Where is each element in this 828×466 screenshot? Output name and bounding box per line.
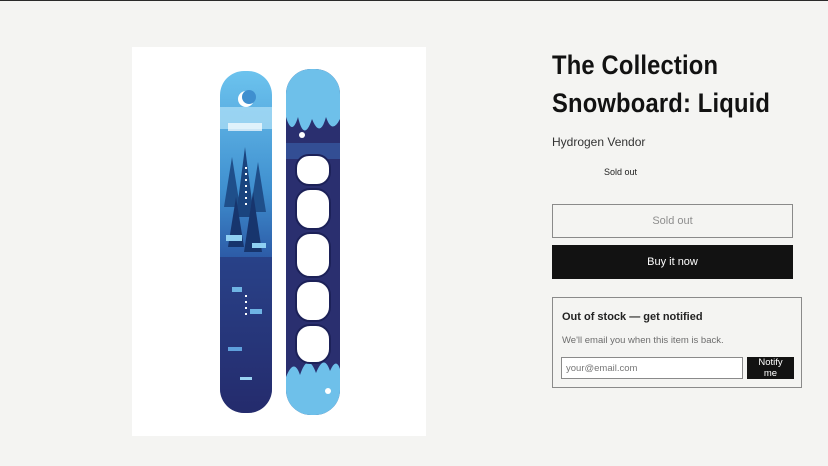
snowboard-top bbox=[220, 71, 272, 413]
sold-out-badge: Sold out bbox=[604, 167, 638, 177]
snowboard-base bbox=[286, 69, 340, 415]
sold-out-button[interactable]: Sold out bbox=[552, 204, 793, 238]
buy-it-now-button[interactable]: Buy it now bbox=[552, 245, 793, 279]
email-field[interactable] bbox=[561, 357, 743, 379]
stock-notify-panel: Out of stock — get notified We'll email … bbox=[552, 297, 802, 388]
notify-description: We'll email you when this item is back. bbox=[562, 335, 724, 346]
notify-me-button[interactable]: Notify me bbox=[747, 357, 794, 379]
product-image[interactable] bbox=[132, 47, 426, 436]
notify-title: Out of stock — get notified bbox=[562, 311, 703, 323]
top-divider bbox=[0, 0, 828, 1]
product-title: The Collection Snowboard: Liquid bbox=[552, 46, 794, 122]
product-title-line1: The Collection bbox=[552, 50, 719, 80]
product-title-line2: Snowboard: Liquid bbox=[552, 88, 771, 118]
product-vendor: Hydrogen Vendor bbox=[552, 135, 646, 149]
snowboard-illustration bbox=[220, 69, 340, 415]
product-info: The Collection Snowboard: Liquid Hydroge… bbox=[552, 46, 802, 388]
